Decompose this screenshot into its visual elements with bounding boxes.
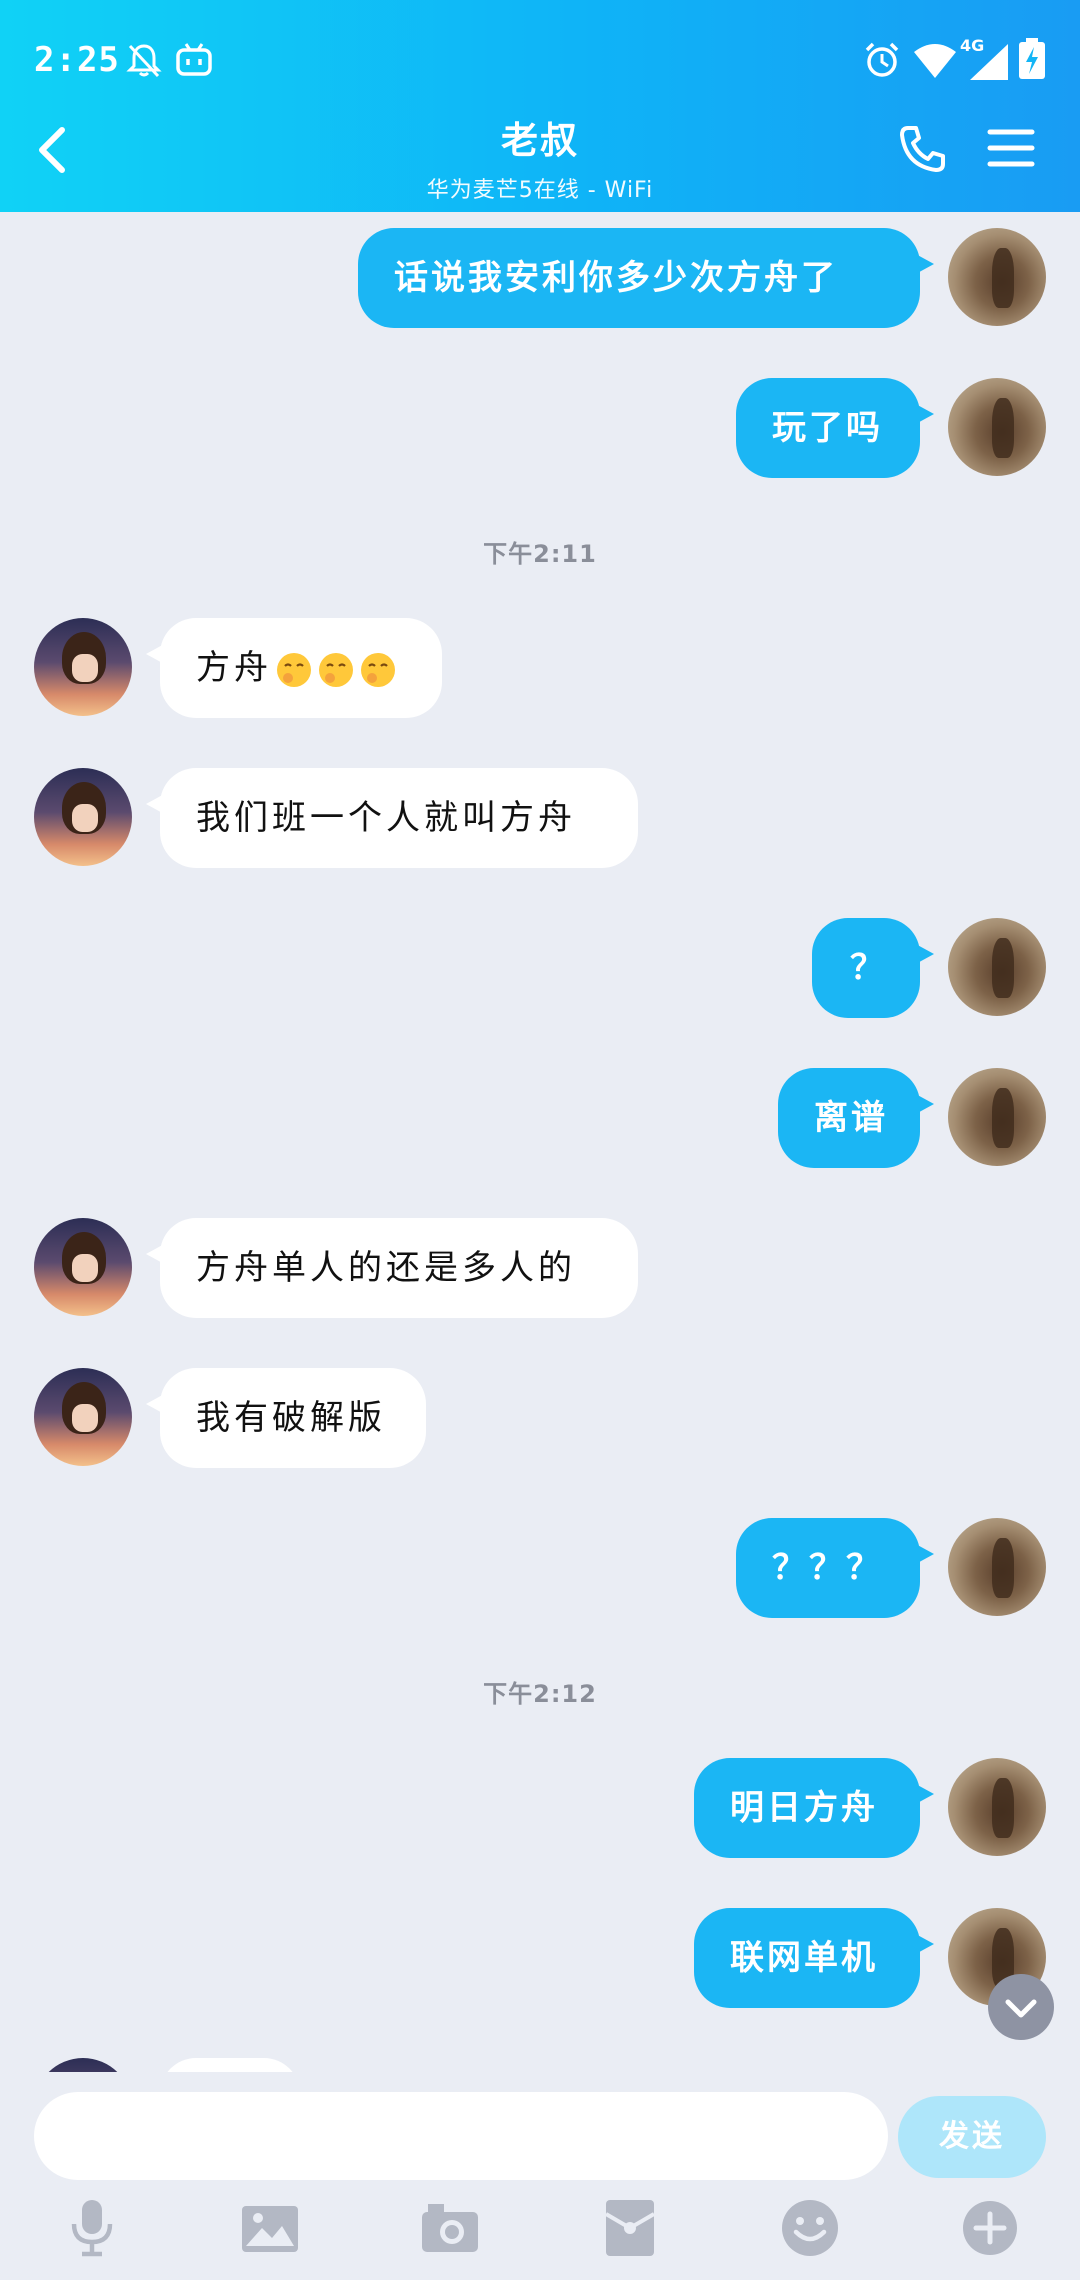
message-row-sent: 话说我安利你多少次方舟了 bbox=[0, 228, 1080, 328]
avatar[interactable] bbox=[948, 1068, 1046, 1166]
emoji-icon[interactable] bbox=[778, 2196, 842, 2260]
back-button[interactable] bbox=[28, 120, 78, 180]
message-text: 话说我安利你多少次方舟了 bbox=[394, 258, 838, 298]
menu-button[interactable] bbox=[986, 126, 1036, 170]
message-text: 我有破解版 bbox=[196, 1398, 386, 1438]
plus-icon[interactable] bbox=[958, 2196, 1022, 2260]
message-row-received: 方舟 bbox=[0, 618, 1080, 718]
message-row-sent: 联网单机 bbox=[0, 1908, 1080, 2008]
mic-icon[interactable] bbox=[60, 2196, 124, 2260]
notifications-off-icon bbox=[126, 44, 162, 78]
message-bubble[interactable]: 离谱 bbox=[778, 1068, 934, 1168]
input-area: 发送 bbox=[0, 2072, 1080, 2280]
avatar[interactable] bbox=[34, 1368, 132, 1466]
alarm-icon bbox=[865, 42, 899, 77]
avatar[interactable] bbox=[34, 2058, 132, 2072]
message-bubble[interactable] bbox=[160, 2058, 300, 2072]
message-text: ？ bbox=[850, 948, 887, 988]
message-row-received: 方舟单人的还是多人的 bbox=[0, 1218, 1080, 1318]
image-icon[interactable] bbox=[238, 2196, 302, 2260]
message-row-sent: 离谱 bbox=[0, 1068, 1080, 1168]
message-bubble[interactable]: ？ bbox=[812, 918, 934, 1018]
avatar[interactable] bbox=[34, 768, 132, 866]
message-timestamp: 下午2:12 bbox=[483, 1680, 597, 1708]
send-button[interactable]: 发送 bbox=[898, 2096, 1046, 2178]
chevron-down-icon bbox=[1005, 1999, 1037, 2018]
message-text: 方舟 bbox=[196, 648, 272, 688]
message-row-sent: ？ bbox=[0, 918, 1080, 1018]
camera-icon[interactable] bbox=[418, 2196, 482, 2260]
avatar[interactable] bbox=[948, 918, 1046, 1016]
message-text: 离谱 bbox=[814, 1098, 888, 1138]
emoji-icon bbox=[361, 652, 395, 687]
avatar[interactable] bbox=[34, 1218, 132, 1316]
message-text: 我们班一个人就叫方舟 bbox=[196, 798, 576, 838]
emoji-icon bbox=[277, 652, 311, 687]
message-text: ？？？ bbox=[772, 1548, 883, 1588]
message-bubble[interactable]: ？？？ bbox=[736, 1518, 934, 1618]
battery-charging-icon bbox=[1019, 38, 1045, 79]
message-row-received bbox=[0, 2058, 1080, 2072]
message-list[interactable]: 话说我安利你多少次方舟了 玩了吗 下午2:11 方舟 我们班一个人就叫方舟 ？ bbox=[0, 212, 1080, 2072]
message-bubble[interactable]: 我们班一个人就叫方舟 bbox=[146, 768, 638, 868]
message-row-sent: 玩了吗 bbox=[0, 378, 1080, 478]
message-input[interactable] bbox=[34, 2092, 888, 2180]
message-bubble[interactable]: 方舟单人的还是多人的 bbox=[146, 1218, 638, 1318]
avatar[interactable] bbox=[948, 228, 1046, 326]
scroll-to-bottom-button[interactable] bbox=[988, 1974, 1054, 2040]
status-time: 2:25 bbox=[34, 40, 120, 80]
bilibili-icon bbox=[176, 43, 212, 76]
message-text: 联网单机 bbox=[730, 1938, 878, 1978]
avatar[interactable] bbox=[948, 378, 1046, 476]
message-timestamp: 下午2:11 bbox=[483, 540, 597, 568]
message-text: 明日方舟 bbox=[730, 1788, 878, 1828]
message-bubble[interactable]: 玩了吗 bbox=[736, 378, 934, 478]
wifi-icon bbox=[914, 44, 956, 78]
avatar[interactable] bbox=[948, 1518, 1046, 1616]
message-text: 玩了吗 bbox=[772, 408, 883, 448]
message-row-received: 我有破解版 bbox=[0, 1368, 1080, 1468]
phone-call-button[interactable] bbox=[898, 124, 946, 174]
message-text: 方舟单人的还是多人的 bbox=[196, 1248, 576, 1288]
chat-header: 2:25 4G 老叔 华为麦芒5在线 - WiFi bbox=[0, 0, 1080, 212]
avatar[interactable] bbox=[948, 1758, 1046, 1856]
message-row-received: 我们班一个人就叫方舟 bbox=[0, 768, 1080, 868]
message-bubble[interactable]: 我有破解版 bbox=[146, 1368, 426, 1468]
chat-subtitle: 华为麦芒5在线 - WiFi bbox=[426, 178, 654, 203]
message-bubble[interactable]: 话说我安利你多少次方舟了 bbox=[358, 228, 934, 328]
message-row-sent: ？？？ bbox=[0, 1518, 1080, 1618]
signal-icon bbox=[970, 44, 1008, 80]
message-bubble[interactable]: 明日方舟 bbox=[694, 1758, 934, 1858]
chat-title: 老叔 bbox=[501, 119, 579, 162]
avatar[interactable] bbox=[34, 618, 132, 716]
status-bar: 2:25 4G bbox=[0, 0, 1080, 120]
message-bubble[interactable]: 方舟 bbox=[146, 618, 442, 718]
emoji-icon bbox=[319, 652, 353, 687]
message-bubble[interactable]: 联网单机 bbox=[694, 1908, 934, 2008]
chat-title-area[interactable]: 老叔 华为麦芒5在线 - WiFi bbox=[290, 110, 790, 204]
message-row-sent: 明日方舟 bbox=[0, 1758, 1080, 1858]
red-packet-icon[interactable] bbox=[598, 2196, 662, 2260]
